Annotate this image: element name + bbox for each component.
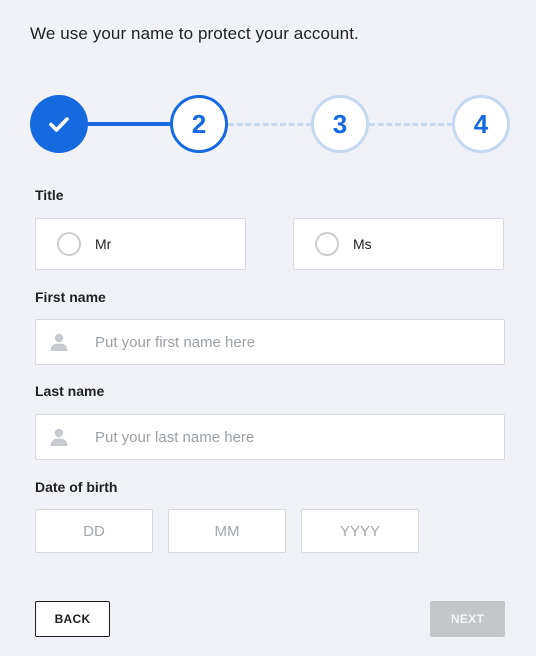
step-number: 2 xyxy=(191,108,207,139)
first-name-placeholder: Put your first name here xyxy=(95,333,256,351)
dob-day-field[interactable]: DD xyxy=(35,509,153,553)
dob-month-placeholder: MM xyxy=(214,522,240,540)
radio-label: Ms xyxy=(353,236,372,252)
radio-button[interactable] xyxy=(57,232,81,256)
progress-stepper: 2 3 4 xyxy=(0,0,536,160)
title-option-mr[interactable]: Mr xyxy=(35,218,246,270)
step-number: 3 xyxy=(332,108,348,139)
dob-year-placeholder: YYYY xyxy=(339,522,381,540)
first-name-label: First name xyxy=(35,289,106,305)
radio-button[interactable] xyxy=(315,232,339,256)
person-icon xyxy=(50,333,68,351)
stepper-line-upcoming xyxy=(369,123,453,126)
dob-label: Date of birth xyxy=(35,479,118,495)
last-name-field[interactable]: Put your last name here xyxy=(35,414,505,460)
step-3[interactable]: 3 xyxy=(311,95,369,153)
person-icon xyxy=(50,428,68,446)
step-4[interactable]: 4 xyxy=(452,95,510,153)
checkmark-icon xyxy=(49,117,69,132)
back-button[interactable]: BACK xyxy=(35,601,110,637)
dob-year-field[interactable]: YYYY xyxy=(301,509,419,553)
next-button[interactable]: NEXT xyxy=(430,601,505,637)
step-2-active[interactable]: 2 xyxy=(170,95,228,153)
step-1-completed[interactable] xyxy=(30,95,88,153)
last-name-label: Last name xyxy=(35,383,105,399)
title-label: Title xyxy=(35,187,64,203)
dob-month-field[interactable]: MM xyxy=(168,509,286,553)
radio-label: Mr xyxy=(95,236,112,252)
step-number: 4 xyxy=(473,108,489,139)
stepper-line-upcoming xyxy=(228,123,312,126)
dob-day-placeholder: DD xyxy=(83,522,105,540)
last-name-placeholder: Put your last name here xyxy=(95,428,255,446)
stepper-line-completed xyxy=(86,122,172,126)
title-option-ms[interactable]: Ms xyxy=(293,218,504,270)
first-name-field[interactable]: Put your first name here xyxy=(35,319,505,365)
